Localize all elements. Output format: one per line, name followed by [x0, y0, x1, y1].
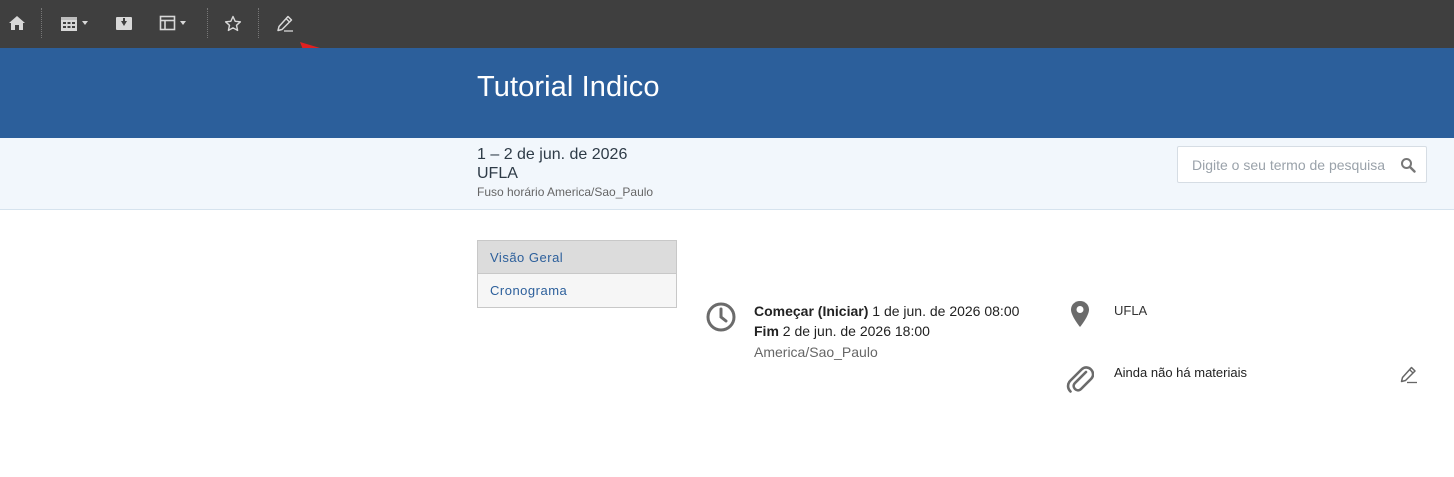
- event-start: Começar (Iniciar) 1 de jun. de 2026 08:0…: [754, 303, 1019, 319]
- calendar-menu-button[interactable]: [56, 8, 92, 38]
- favorite-button[interactable]: [222, 8, 244, 38]
- star-icon: [224, 15, 242, 31]
- layout-icon: [159, 15, 175, 31]
- toolbar-separator: [258, 8, 259, 38]
- layout-menu-button[interactable]: [155, 8, 189, 38]
- download-icon: [116, 17, 132, 30]
- end-value: 2 de jun. de 2026 18:00: [782, 323, 930, 339]
- pencil-icon: [276, 15, 293, 32]
- menu-item-overview[interactable]: Visão Geral: [478, 241, 676, 274]
- clock-icon: [706, 302, 736, 332]
- event-venue: UFLA: [477, 165, 518, 182]
- calendar-icon: [61, 16, 77, 31]
- start-value: 1 de jun. de 2026 08:00: [872, 303, 1020, 319]
- event-time-timezone: America/Sao_Paulo: [754, 344, 878, 360]
- start-label: Começar (Iniciar): [754, 303, 869, 319]
- event-menu: Visão Geral Cronograma: [477, 240, 677, 308]
- top-toolbar: [0, 0, 1454, 48]
- event-location: UFLA: [1114, 303, 1148, 318]
- end-label: Fim: [754, 323, 779, 339]
- toolbar-separator: [41, 8, 42, 38]
- event-timezone: Fuso horário America/Sao_Paulo: [477, 185, 654, 199]
- event-end: Fim 2 de jun. de 2026 18:00: [754, 323, 930, 339]
- search-icon[interactable]: [1400, 157, 1416, 173]
- map-pin-icon: [1071, 301, 1089, 327]
- menu-item-schedule[interactable]: Cronograma: [478, 274, 676, 307]
- event-title-banner: Tutorial Indico: [0, 48, 1454, 138]
- home-button[interactable]: [5, 8, 29, 38]
- page-title: Tutorial Indico: [477, 71, 660, 103]
- event-dates: 1 – 2 de jun. de 2026: [477, 146, 628, 163]
- toolbar-separator: [207, 8, 208, 38]
- search-box: [1177, 146, 1427, 183]
- paperclip-icon: [1066, 366, 1094, 393]
- edit-materials-button[interactable]: [1398, 366, 1418, 389]
- search-input[interactable]: [1178, 147, 1396, 182]
- chevron-down-icon: [179, 21, 186, 25]
- download-button[interactable]: [113, 8, 135, 38]
- pencil-icon: [1400, 366, 1417, 384]
- chevron-down-icon: [82, 21, 88, 25]
- materials-status: Ainda não há materiais: [1114, 365, 1247, 380]
- home-icon: [9, 16, 25, 30]
